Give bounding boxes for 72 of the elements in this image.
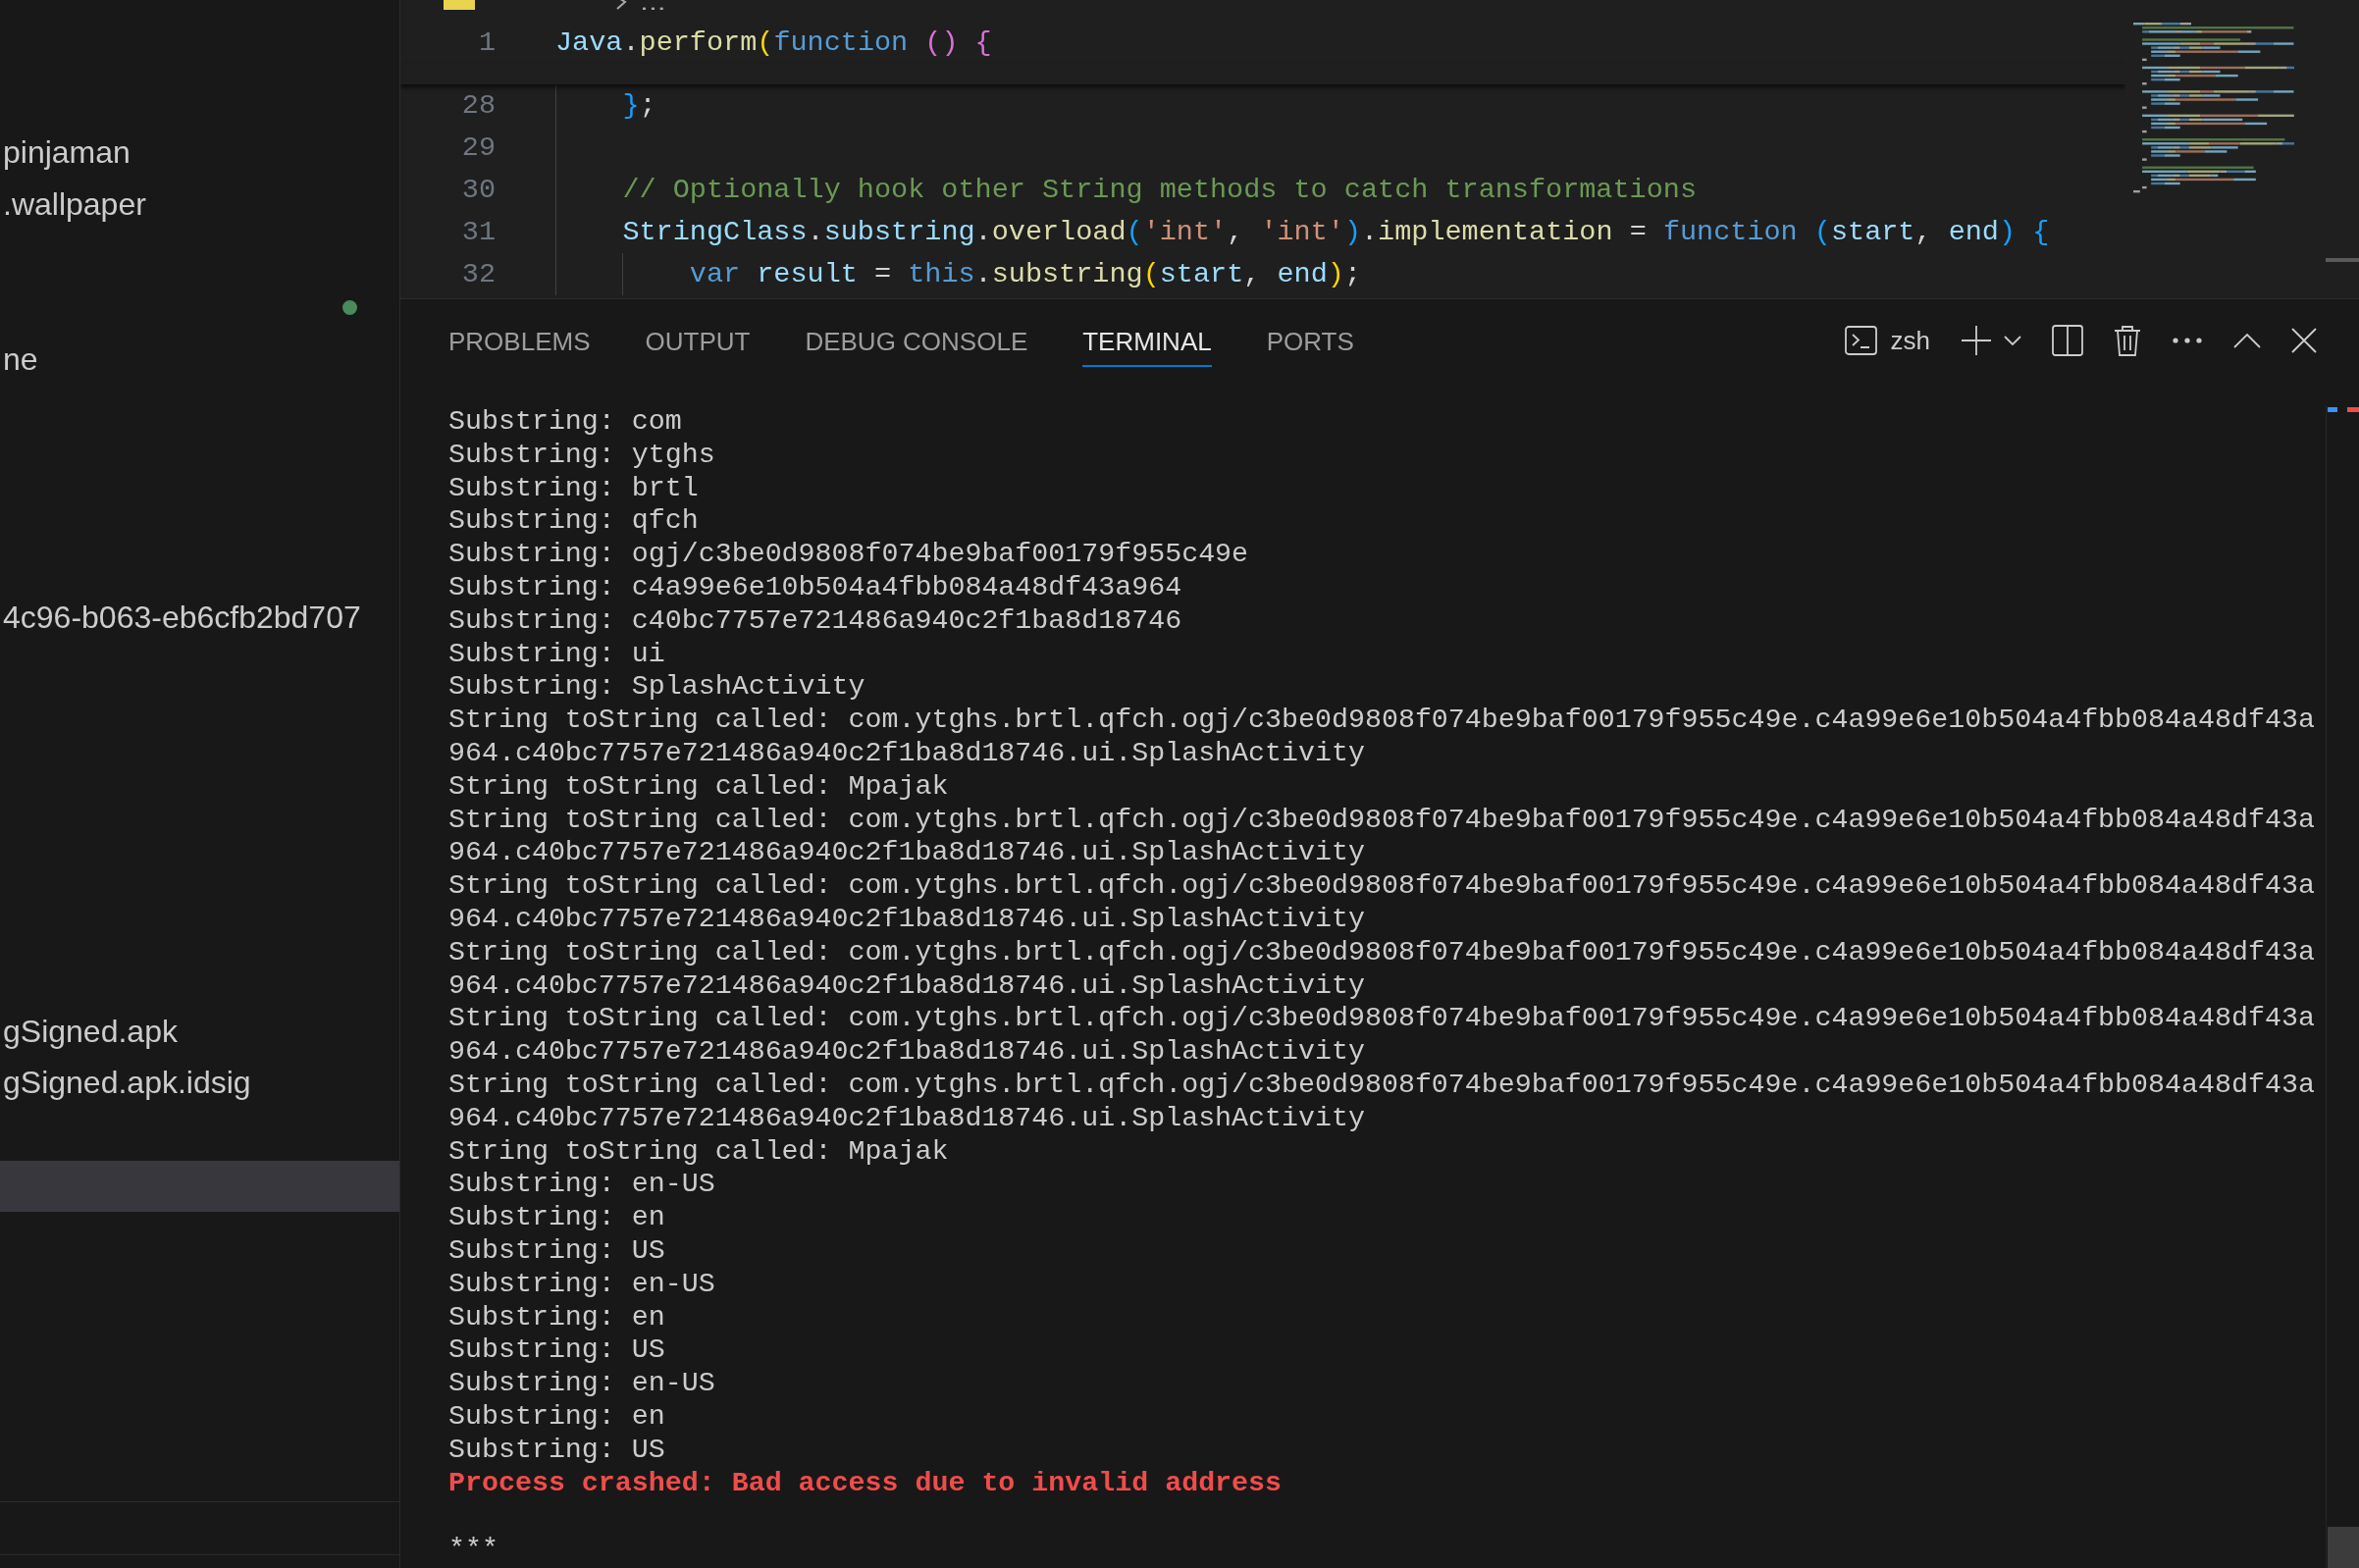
panel-tab[interactable]: OUTPUT [645, 299, 751, 367]
terminal-line: Substring: SplashActivity [448, 670, 865, 705]
terminal-line: String toString called: com.ytghs.brtl.qfch.ogj/c3be0d9808f074be9baf00179f955c49e.c4a99e6e10b504a4fbb084a48df43a964.c40bc7757e721486a940c2f1ba8d18746.ui.SplashActivity [448, 869, 2316, 936]
new-terminal-button[interactable] [1961, 325, 1992, 356]
line-number: 29 [460, 131, 496, 166]
line-number: 32 [460, 257, 496, 292]
terminal-selector[interactable]: zsh [1844, 325, 1930, 356]
close-panel-button[interactable] [2291, 328, 2317, 353]
terminal-line: Substring: en [448, 1201, 665, 1234]
line-number: 28 [460, 88, 496, 124]
ellipsis-icon [2172, 337, 2203, 344]
terminal-icon [1844, 325, 1877, 356]
terminal-line: Substring: en-US [448, 1267, 715, 1301]
terminal-line: String toString called: com.ytghs.brtl.qfch.ogj/c3be0d9808f074be9baf00179f955c49e.c4a99e6e10b504a4fbb084a48df43a964.c40bc7757e721486a940c2f1ba8d18746.ui.SplashActivity [448, 1068, 2316, 1135]
terminal-line: Substring: US [448, 1233, 665, 1268]
line-number: 31 [460, 215, 496, 250]
scrollbar-thumb[interactable] [2328, 1527, 2359, 1568]
error-message: Process crashed: Bad access due to invalid address [448, 1466, 1283, 1500]
cursor-position-mark [2326, 258, 2359, 262]
more-actions-button[interactable] [2172, 337, 2203, 344]
launch-profile-button[interactable] [2004, 335, 2021, 346]
terminal-line: Substring: qfch [448, 504, 699, 539]
terminal-line: Substring: en [448, 1300, 665, 1334]
line-number: 30 [460, 173, 496, 208]
file-name[interactable]: .wallpaper [0, 183, 146, 224]
terminal-line: Substring: en-US [448, 1367, 715, 1400]
line-number: 1 [477, 25, 496, 61]
file-name[interactable]: ne [0, 339, 38, 379]
code-line: var result = this.substring(start, end); [689, 257, 1361, 292]
terminal-line: Substring: c40bc7757e721486a940c2f1ba8d18746 [448, 603, 1182, 638]
terminal-line: String toString called: Mpajak [448, 769, 949, 804]
split-terminal-button[interactable] [2052, 325, 2083, 356]
file-name[interactable]: 4c96-b063-eb6cfb2bd707 [0, 598, 361, 638]
trash-icon [2114, 325, 2141, 356]
terminal-line: String toString called: com.ytghs.brtl.qfch.ogj/c3be0d9808f074be9baf00179f955c49e.c4a99e6e10b504a4fbb084a48df43a964.c40bc7757e721486a940c2f1ba8d18746.ui.SplashActivity [448, 935, 2316, 1003]
terminal-line: Substring: en [448, 1399, 665, 1434]
panel-tab[interactable]: TERMINAL [1082, 299, 1212, 367]
overview-ruler-mark [2328, 407, 2337, 412]
terminal-line: Substring: en-US [448, 1168, 715, 1202]
file-name[interactable]: gSigned.apk [0, 1011, 178, 1051]
overview-ruler-mark [2346, 407, 2359, 412]
terminal-line: String toString called: com.ytghs.brtl.qfch.ogj/c3be0d9808f074be9baf00179f955c49e.c4a99e6e10b504a4fbb084a48df43a964.c40bc7757e721486a940c2f1ba8d18746.ui.SplashActivity [448, 1002, 2316, 1069]
file-name[interactable]: pinjaman [0, 132, 131, 172]
terminal-line: String toString called: com.ytghs.brtl.qfch.ogj/c3be0d9808f074be9baf00179f955c49e.c4a99e6e10b504a4fbb084a48df43a964.c40bc7757e721486a940c2f1ba8d18746.ui.SplashActivity [448, 803, 2316, 870]
plus-icon [1961, 325, 1992, 356]
terminal-line: *** [448, 1533, 498, 1566]
chevron-down-icon [2004, 335, 2021, 346]
terminal-line: String toString called: com.ytghs.brtl.qfch.ogj/c3be0d9808f074be9baf00179f955c49e.c4a99e6e10b504a4fbb084a48df43a964.c40bc7757e721486a940c2f1ba8d18746.ui.SplashActivity [448, 704, 2316, 770]
terminal-line: Substring: US [448, 1433, 665, 1467]
panel-tab[interactable]: PROBLEMS [448, 299, 591, 367]
terminal-line: Substring: ogj/c3be0d9808f074be9baf00179f955c49e [448, 538, 1249, 571]
code-line: // Optionally hook other String methods to catch transformations [622, 173, 1697, 208]
file-name[interactable]: gSigned.apk.idsig [0, 1063, 251, 1103]
maximize-panel-button[interactable] [2233, 333, 2261, 348]
terminal-line: Substring: c4a99e6e10b504a4fbb084a48df43a964 [448, 571, 1182, 604]
code-line: StringClass.substring.overload('int', 'int').implementation = function (start, end) { [622, 215, 2050, 250]
terminal-line: Substring: brtl [448, 471, 699, 505]
delete-terminal-button[interactable] [2114, 325, 2141, 356]
terminal-line: Substring: ytghs [448, 438, 715, 472]
terminal-line: Substring: ui [448, 637, 665, 671]
terminal-line: Substring: US [448, 1333, 665, 1368]
panel-tab[interactable]: PORTS [1266, 299, 1354, 367]
close-icon [2291, 328, 2317, 353]
panel-tab[interactable]: DEBUG CONSOLE [805, 299, 1028, 367]
chevron-icon [615, 0, 627, 10]
file-icon [444, 0, 475, 10]
code-line: Java.perform(function () { [555, 25, 992, 61]
split-view-icon [2052, 325, 2083, 356]
chevron-up-icon [2233, 333, 2261, 348]
code-line: }; [622, 88, 656, 124]
terminal-line: String toString called: Mpajak [448, 1134, 949, 1169]
terminal-line: Substring: com [448, 405, 682, 439]
